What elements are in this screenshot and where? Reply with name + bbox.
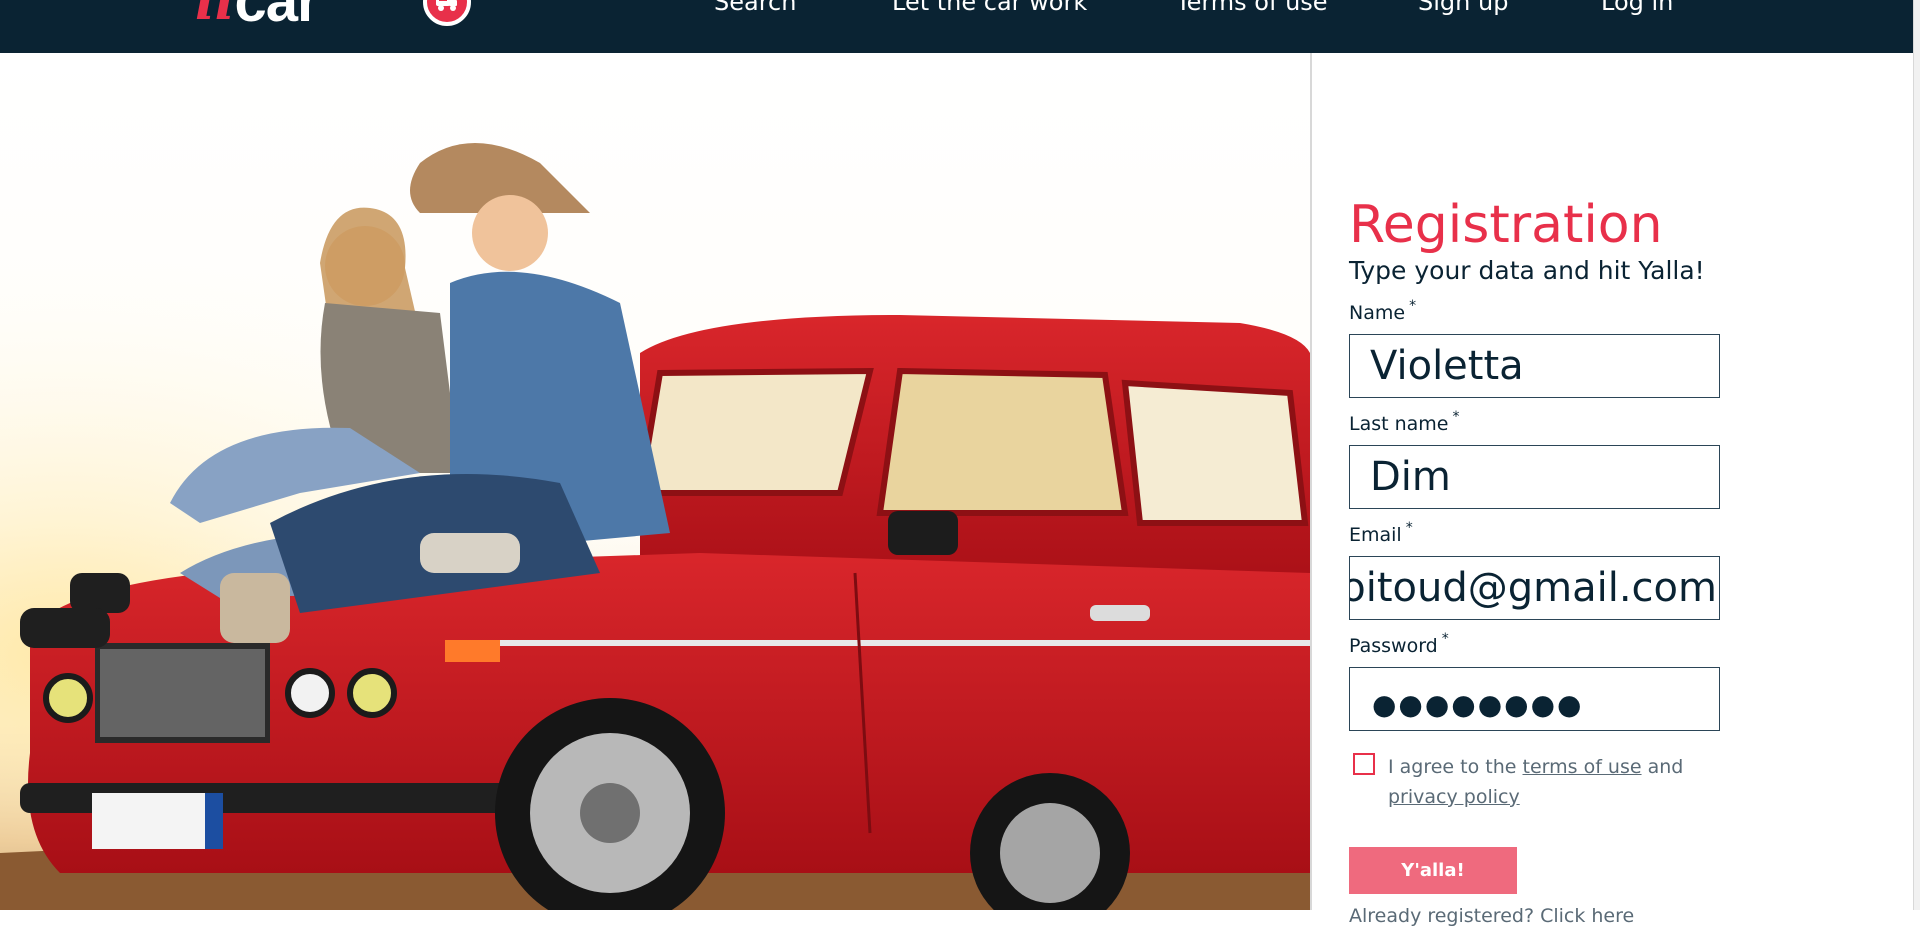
car-badge-icon [423, 0, 471, 26]
logo-word: car [234, 0, 320, 34]
nav-log-in[interactable]: Log in [1601, 0, 1673, 18]
password-field[interactable]: ●●●●●●●● [1349, 667, 1720, 731]
name-value: Violetta [1370, 343, 1524, 389]
nav-terms-of-use[interactable]: Terms of use [1176, 0, 1328, 18]
agree-text: I agree to the terms of use and privacy … [1388, 756, 1684, 808]
couple-on-red-car-icon [0, 53, 1310, 910]
already-registered-link[interactable]: Already registered? Click here [1349, 905, 1634, 927]
agree-checkbox[interactable] [1353, 753, 1375, 775]
panel-divider [1310, 53, 1312, 910]
terms-of-use-link[interactable]: terms of use [1523, 756, 1642, 778]
registration-title: Registration [1349, 195, 1663, 255]
last-name-value: Dim [1370, 454, 1451, 500]
ilcarro-logo[interactable]: ii car [195, 0, 471, 34]
logo-prefix: ii [195, 0, 235, 32]
top-navbar: ii car Search Let the car work Terms of … [0, 0, 1913, 53]
email-label: Email * [1349, 520, 1413, 546]
email-field[interactable]: voitoud@gmail.com [1349, 556, 1720, 620]
nav-sign-up[interactable]: Sign up [1418, 0, 1508, 18]
nav-let-the-car-work[interactable]: Let the car work [892, 0, 1087, 18]
last-name-field[interactable]: Dim [1349, 445, 1720, 509]
scrollbar-track[interactable] [1913, 0, 1920, 910]
hero-photo [0, 53, 1310, 910]
nav-search[interactable]: Search [714, 0, 796, 18]
last-name-label: Last name * [1349, 409, 1460, 435]
name-field[interactable]: Violetta [1349, 334, 1720, 398]
name-label: Name * [1349, 298, 1417, 324]
password-label: Password * [1349, 631, 1449, 657]
yalla-submit-button[interactable]: Y'alla! [1349, 847, 1517, 894]
registration-subtitle: Type your data and hit Yalla! [1349, 256, 1705, 285]
password-value: ●●●●●●●● [1372, 688, 1584, 721]
email-value: voitoud@gmail.com [1349, 565, 1717, 611]
privacy-policy-link[interactable]: privacy policy [1388, 786, 1520, 808]
